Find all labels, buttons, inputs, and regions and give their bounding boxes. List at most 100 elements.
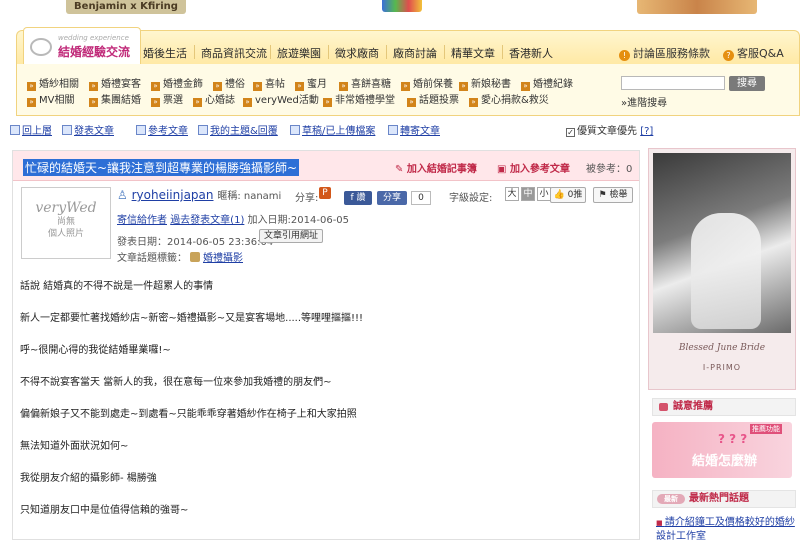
message-author-link[interactable]: 寄信給作者 xyxy=(117,215,167,226)
bullet-icon: » xyxy=(89,98,98,107)
nav-tab-featured[interactable]: 精華文章 xyxy=(451,45,495,61)
copy-url-button[interactable]: 文章引用網址 xyxy=(259,229,324,243)
category-link[interactable]: » 婚禮金飾 xyxy=(151,75,203,91)
category-link[interactable]: » 票選 xyxy=(151,91,183,107)
category-link[interactable]: » 非常婚禮學堂 xyxy=(323,91,395,107)
category-link[interactable]: » 婚禮宴客 xyxy=(89,75,141,91)
back-icon xyxy=(10,125,20,135)
book-icon xyxy=(136,125,146,135)
facebook-like-label: 讚 xyxy=(356,193,366,203)
mail-icon xyxy=(388,125,398,135)
report-button[interactable]: ⚑ 檢舉 xyxy=(593,187,633,203)
category-link[interactable]: » 婚前保養 xyxy=(401,75,453,91)
add-reference-button[interactable]: ▣ 加入參考文章 xyxy=(497,160,570,175)
nav-divider xyxy=(444,45,445,59)
faq-link[interactable]: ? 客服Q&A xyxy=(723,45,784,61)
nav-tab-product-info[interactable]: 商品資訊交流 xyxy=(201,45,267,61)
font-size-small[interactable]: 小 xyxy=(537,187,551,201)
sidebar-ad[interactable]: Blessed June Bride I-PRIMO xyxy=(648,148,796,390)
hot-topics-header: 最新 最新熱門話題 xyxy=(652,490,796,508)
add-to-diary-label: 加入結婚記事簿 xyxy=(406,164,477,175)
category-link-label: 婚禮金飾 xyxy=(163,79,203,90)
bullet-icon: » xyxy=(151,82,160,91)
my-topics-label: 我的主題&回覆 xyxy=(210,126,278,137)
reference-posts-link[interactable]: 參考文章 xyxy=(136,122,188,137)
nav-tab-seek-vendor[interactable]: 徵求廠商 xyxy=(335,45,379,61)
category-link-label: 非常婚禮學堂 xyxy=(335,95,395,106)
topic-tags-label: 文章話題標籤： xyxy=(117,253,187,264)
body-paragraph: 我從朋友介紹的攝影師- 楊勝強 xyxy=(20,473,157,484)
info-icon: ! xyxy=(619,50,630,61)
bullet-icon: » xyxy=(27,82,36,91)
category-link[interactable]: » 婚禮紀錄 xyxy=(521,75,573,91)
category-link[interactable]: » 蜜月 xyxy=(295,75,327,91)
terms-link[interactable]: ! 討論區服務條款 xyxy=(619,45,710,61)
avatar[interactable]: veryWed 尚無 個人照片 xyxy=(21,187,111,259)
reference-posts-label: 參考文章 xyxy=(148,126,188,137)
banner-ad-left[interactable]: Benjamin x Kfiring xyxy=(66,0,186,14)
category-link-label: 婚禮宴客 xyxy=(101,79,141,90)
nav-tab-vendor-discussion[interactable]: 廠商討論 xyxy=(393,45,437,61)
category-link[interactable]: » 愛心捐款&救災 xyxy=(469,91,549,107)
advanced-search-link[interactable]: »進階搜尋 xyxy=(621,94,667,109)
push-label: 0推 xyxy=(567,190,583,200)
plurk-share-icon[interactable]: P xyxy=(319,187,331,199)
body-paragraph: 偏偏新娘子又不能到處走~到處看~只能乖乖穿著婚紗作在椅子上和大家拍照 xyxy=(20,409,357,420)
category-link[interactable]: » 集團結婚 xyxy=(89,91,141,107)
category-link[interactable]: » 禮俗 xyxy=(213,75,245,91)
category-link[interactable]: » 喜餅喜糖 xyxy=(339,75,391,91)
bullet-icon: » xyxy=(401,82,410,91)
question-marks-icon: ? ? ? xyxy=(718,432,748,446)
banner-ad-center[interactable] xyxy=(382,0,422,12)
body-paragraph: 新人一定都要忙著找婚紗店~新密~婚禮攝影~又是宴客場地.....等哩哩摳摳!!! xyxy=(20,313,364,324)
nav-divider xyxy=(328,45,329,59)
bullet-icon: » xyxy=(521,82,530,91)
body-paragraph: 只知道朋友口中是位值得信賴的強哥~ xyxy=(20,505,189,516)
nav-tab-travel[interactable]: 旅遊樂園 xyxy=(277,45,321,61)
category-link[interactable]: » 婚紗相關 xyxy=(27,75,79,91)
forward-link[interactable]: 轉寄文章 xyxy=(388,122,440,137)
nav-tab-married-life[interactable]: 婚後生活 xyxy=(143,45,187,61)
category-link[interactable]: » 新娘秘書 xyxy=(459,75,511,91)
add-to-diary-button[interactable]: ✎ 加入結婚記事簿 xyxy=(395,160,477,175)
new-post-link[interactable]: 發表文章 xyxy=(62,122,114,137)
quality-first-toggle[interactable]: ✓ 優質文章優先 [?] xyxy=(566,122,653,137)
push-button[interactable]: 👍 0推 xyxy=(550,187,586,203)
recommend-corner-badge: 推薦功能 xyxy=(750,424,782,434)
past-posts-link[interactable]: 過去發表文章(1) xyxy=(170,215,244,226)
category-link-label: 喜餅喜糖 xyxy=(351,79,391,90)
checkbox-checked-icon: ✓ xyxy=(566,128,575,137)
tag-icon xyxy=(190,252,200,262)
site-logo[interactable]: wedding experience 結婚經驗交流 xyxy=(23,27,141,65)
drafts-link[interactable]: 草稿/已上傳檔案 xyxy=(290,122,375,137)
bullet-icon: » xyxy=(323,98,332,107)
category-link[interactable]: » 話題投票 xyxy=(407,91,459,107)
quality-first-label: 優質文章優先 xyxy=(577,126,637,137)
recommend-banner[interactable]: 推薦功能 ? ? ? 結婚怎麼辦 xyxy=(652,422,792,478)
pencil-icon xyxy=(62,125,72,135)
facebook-share-button[interactable]: 分享 xyxy=(377,191,407,205)
nav-tab-hongkong[interactable]: 香港新人 xyxy=(509,45,553,61)
banner-ad-right[interactable] xyxy=(637,0,757,14)
author-name[interactable]: ryoheiinjapan xyxy=(132,188,214,202)
my-topics-link[interactable]: 我的主題&回覆 xyxy=(198,122,278,137)
body-paragraph: 呼~很開心得的我從結婚畢業囉!~ xyxy=(20,345,171,356)
category-link[interactable]: » 喜帖 xyxy=(253,75,285,91)
search-input[interactable] xyxy=(621,76,725,90)
help-link[interactable]: [?] xyxy=(640,126,653,137)
new-post-label: 發表文章 xyxy=(74,126,114,137)
join-date: 加入日期:2014-06-05 xyxy=(247,215,350,226)
category-link[interactable]: » veryWed活動 xyxy=(243,91,319,107)
category-link[interactable]: » 心婚誌 xyxy=(193,91,235,107)
font-size-medium[interactable]: 中 xyxy=(521,187,535,201)
back-link[interactable]: 回上層 xyxy=(10,122,52,137)
search-button[interactable]: 搜尋 xyxy=(729,76,765,91)
category-link[interactable]: » MV相關 xyxy=(27,91,74,107)
category-link-label: 蜜月 xyxy=(307,79,327,90)
topic-tag-link[interactable]: 婚禮攝影 xyxy=(203,253,243,264)
post-body: 話說 結婚真的不得不說是一件超累人的事情 新人一定都要忙著找婚紗店~新密~婚禮攝… xyxy=(20,281,630,537)
hot-topic-link[interactable]: 請介紹鐘工及價格較好的婚紗設計工作室 xyxy=(656,516,798,540)
font-size-large[interactable]: 大 xyxy=(505,187,519,201)
facebook-like-button[interactable]: f 讚 xyxy=(344,191,372,205)
bullet-icon: » xyxy=(193,98,202,107)
